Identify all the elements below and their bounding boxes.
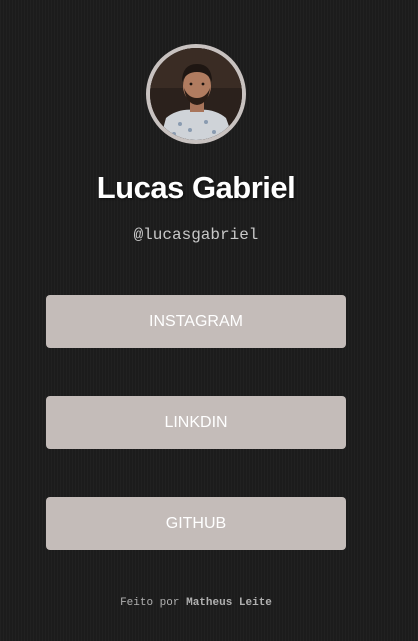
footer-prefix: Feito por — [120, 597, 187, 609]
linkedin-button[interactable]: LINKDIN — [46, 396, 346, 449]
footer-credit: Feito por Matheus Leite — [0, 597, 392, 609]
avatar — [146, 44, 246, 144]
profile-name: Lucas Gabriel — [96, 170, 296, 205]
profile-handle: @lucasgabriel — [133, 226, 259, 244]
instagram-button[interactable]: INSTAGRAM — [46, 295, 346, 348]
github-button[interactable]: GITHUB — [46, 497, 346, 550]
footer-author: Matheus Leite — [186, 597, 272, 609]
profile-page: Lucas Gabriel @lucasgabriel INSTAGRAM LI… — [0, 0, 418, 641]
avatar-photo — [150, 48, 242, 140]
